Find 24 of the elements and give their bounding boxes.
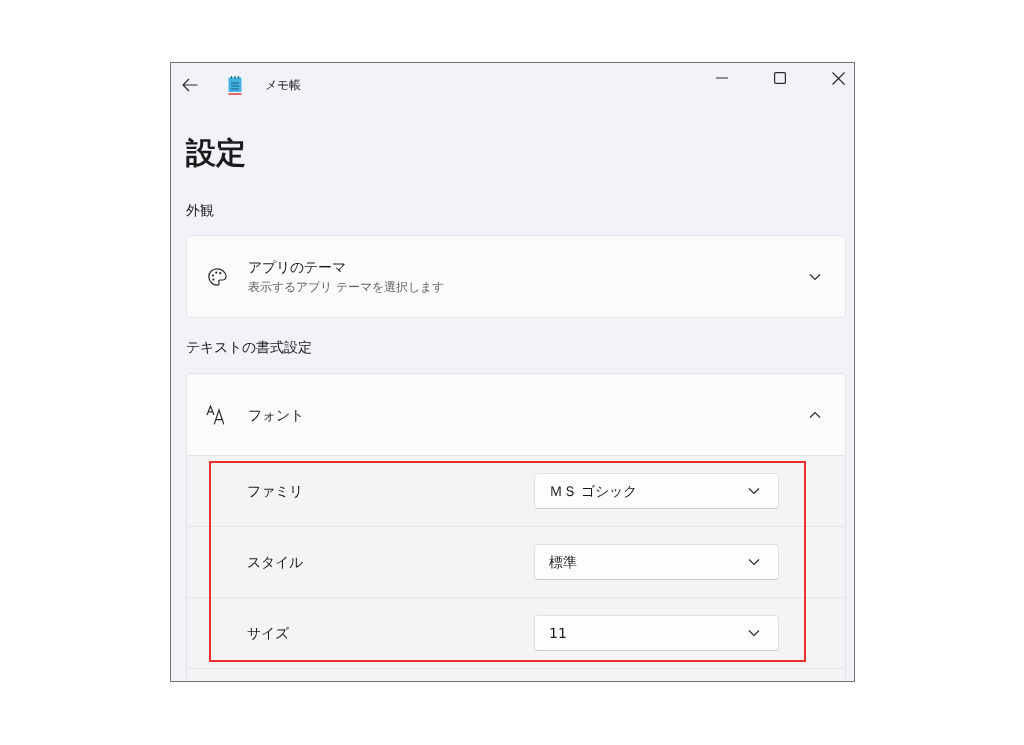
setting-title: フォント [248,405,304,425]
setting-label: ファミリ [247,482,303,501]
minimize-icon [716,77,728,79]
chevron-down-icon [748,629,760,637]
chevron-down-icon [748,487,760,495]
setting-title: アプリのテーマ [248,258,346,277]
chevron-up-icon[interactable] [809,410,821,419]
page-title: 設定 [186,134,246,172]
back-arrow-icon [182,78,198,92]
dropdown[interactable]: ＭＳ ゴシック [534,473,779,509]
window-title: メモ帳 [265,77,301,93]
section-heading: 外観 [186,201,214,220]
dropdown[interactable]: 11 [534,615,779,651]
setting-label: サイズ [247,624,289,643]
section-heading: テキストの書式設定 [186,338,312,357]
setting-description: 表示するアプリ テーマを選択します [248,279,444,296]
palette-icon [207,266,227,287]
notepad-icon [227,75,243,95]
setting-label: スタイル [247,553,303,572]
chevron-down-icon [748,558,760,566]
dropdown[interactable]: 標準 [534,544,779,580]
close-icon [831,71,845,85]
maximize-icon [774,72,786,84]
chevron-down-icon[interactable] [809,272,821,281]
